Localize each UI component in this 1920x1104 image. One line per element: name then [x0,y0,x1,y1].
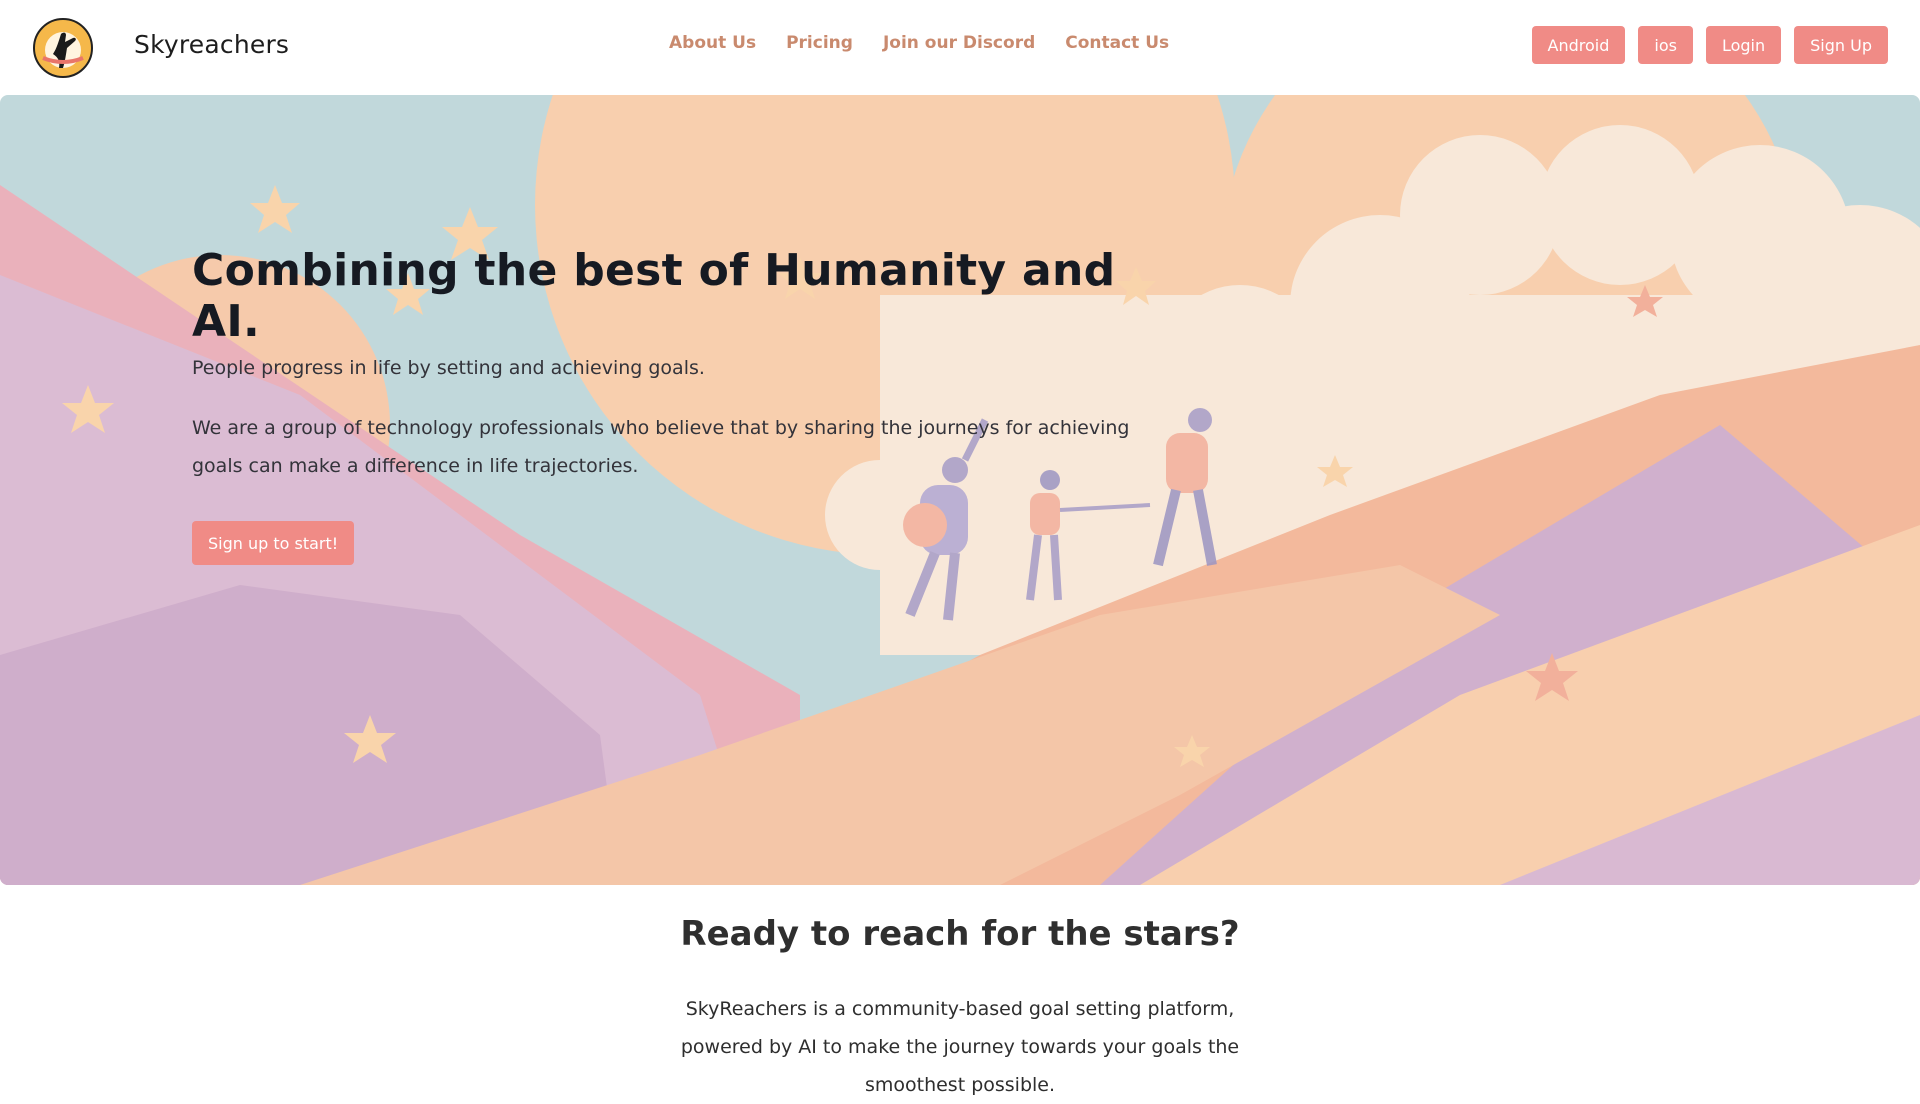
top-header: Skyreachers About Us Pricing Join our Di… [0,0,1920,92]
hero-banner: Combining the best of Humanity and AI. P… [0,95,1920,885]
main-nav: About Us Pricing Join our Discord Contac… [669,33,1169,53]
android-button[interactable]: Android [1531,26,1626,64]
hero-content: Combining the best of Humanity and AI. P… [192,245,1192,565]
nav-contact-us[interactable]: Contact Us [1065,33,1169,53]
section-text: SkyReachers is a community-based goal se… [680,998,1240,1096]
brand-name[interactable]: Skyreachers [134,30,289,59]
sign-up-to-start-button[interactable]: Sign up to start! [192,521,355,565]
header-buttons: Android ios Login Sign Up [1531,26,1888,64]
brand-logo-icon[interactable] [33,18,93,78]
hero-description: We are a group of technology professiona… [192,417,1130,477]
ios-button[interactable]: ios [1638,26,1693,64]
hero-subtitle: People progress in life by setting and a… [192,357,705,379]
section-title: Ready to reach for the stars? [680,914,1240,954]
nav-join-discord[interactable]: Join our Discord [883,33,1035,53]
login-button[interactable]: Login [1705,26,1782,64]
nav-about-us[interactable]: About Us [669,33,756,53]
nav-pricing[interactable]: Pricing [786,33,853,53]
hero-title: Combining the best of Humanity and AI. [192,245,1116,347]
sign-up-button[interactable]: Sign Up [1794,26,1888,64]
